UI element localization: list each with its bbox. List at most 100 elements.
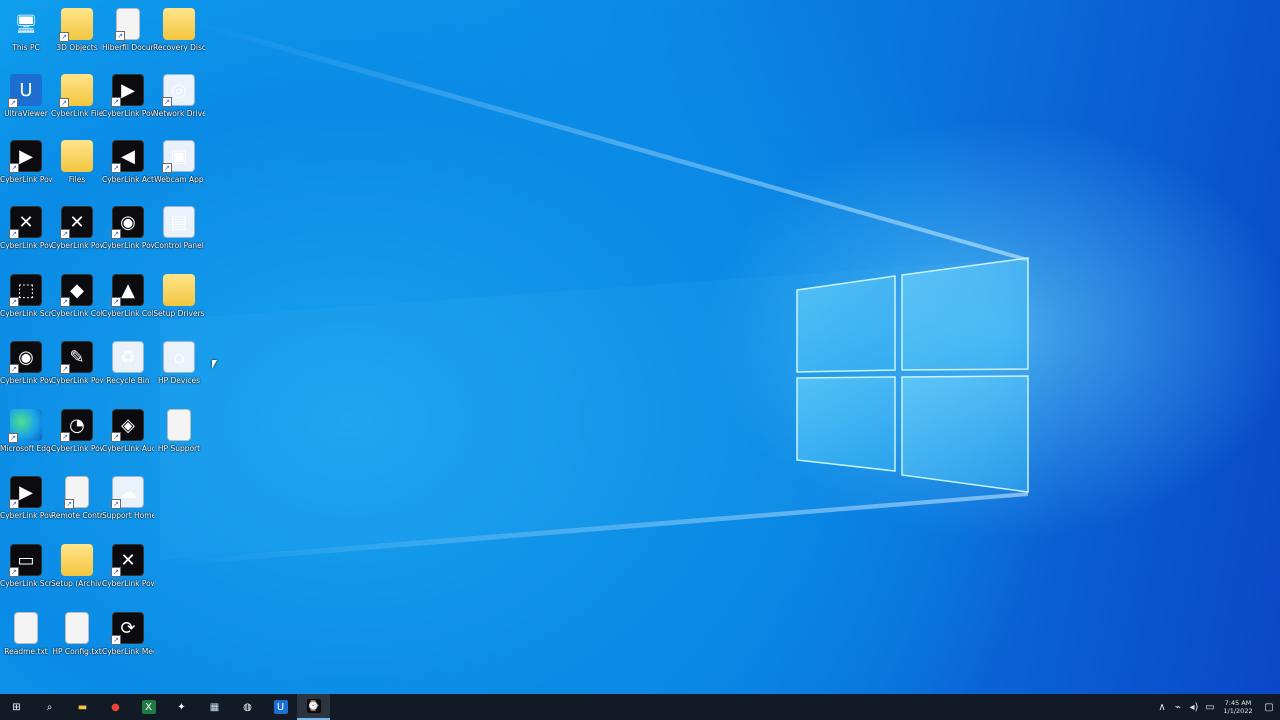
desktop-icon-label: CyberLink MediaEspresso	[102, 647, 154, 656]
desktop-icon[interactable]: U ↗ UltraViewer	[0, 70, 52, 134]
desktop-icon[interactable]: ▶↗ CyberLink PowerDVD 20	[0, 472, 52, 536]
desktop-icon[interactable]: ⟳↗ CyberLink MediaEspresso	[102, 608, 154, 672]
desktop-icon[interactable]: ✕↗ CyberLink PowerDirector	[102, 540, 154, 604]
desktop-icon[interactable]: ↗ Microsoft Edge	[0, 405, 52, 469]
app-icon: ▭ ↗	[9, 544, 42, 577]
desktop-icon-label: Files	[68, 175, 86, 184]
desktop-icon[interactable]: ✕↗ CyberLink PowerDirector	[51, 202, 103, 266]
ultraviewer-taskbar-button[interactable]: U	[264, 694, 297, 720]
search-button[interactable]: ⌕	[33, 694, 66, 720]
desktop-icon-label: UltraViewer	[4, 109, 48, 118]
notification-center-icon[interactable]: ▢	[1258, 694, 1280, 720]
shortcut-arrow-icon: ↗	[60, 297, 70, 307]
desktop-icon-label: Support Home	[102, 511, 154, 520]
desktop-icon-label: CyberLink PowerDirector	[51, 241, 103, 250]
desktop-icon[interactable]: ◉↗ CyberLink PowerDVD Remote	[102, 202, 154, 266]
app-icon: ▲ ↗	[111, 274, 144, 307]
desktop-icon[interactable]: ◎↗ Network Drivers	[153, 70, 205, 134]
desktop-icon[interactable]: ◉↗ CyberLink PowerDVD Remote	[0, 337, 52, 401]
desktop-icon-label: CyberLink Files	[51, 109, 103, 118]
desktop-icon-label: Hiberfil Document	[102, 43, 154, 52]
system-tray: ∧ ⌁ ◂) ▭ 7:45 AM 1/1/2022 ▢	[1154, 694, 1280, 720]
network-icon[interactable]: ▭	[1202, 694, 1218, 720]
desktop-icon[interactable]: ✕↗ CyberLink PowerDirector	[0, 202, 52, 266]
desktop-icon[interactable]: ♻ Recycle Bin	[102, 337, 154, 401]
desktop-icon[interactable]: ☁ ↗ Support Home	[102, 472, 154, 536]
desktop-icon-label: Control Panel	[154, 241, 204, 250]
desktop-icon[interactable]: ↗ Hiberfil Document	[102, 4, 154, 68]
desktop-icon[interactable]: ▲↗ CyberLink ColorDirector	[102, 270, 154, 334]
desktop-icon-label: CyberLink PowerDirector	[51, 376, 103, 385]
start-button[interactable]: ⊞	[0, 694, 33, 720]
desktop-icon[interactable]: HP Config.txt	[51, 608, 103, 672]
shortcut-arrow-icon: ↗	[111, 432, 121, 442]
active-app-button[interactable]: ⌚	[297, 694, 330, 720]
excel-button[interactable]: X	[132, 694, 165, 720]
desktop-icon[interactable]: HP Support	[153, 405, 205, 469]
desktop-icon[interactable]: ⬚↗ CyberLink Screen Recorder	[0, 270, 52, 334]
desktop-icon[interactable]: Readme.txt	[0, 608, 52, 672]
shortcut-arrow-icon: ↗	[9, 163, 19, 173]
desktop-icon[interactable]: Files	[51, 136, 103, 200]
usb-icon[interactable]: ⌁	[1170, 694, 1186, 720]
store-icon: ▦	[209, 701, 220, 713]
app-icon: ♻	[112, 341, 144, 373]
desktop-icon[interactable]: ▶↗ CyberLink PowerDVD 20	[0, 136, 52, 200]
document-icon: ↗	[64, 476, 89, 509]
desktop-icon[interactable]: Recovery Discs	[153, 4, 205, 68]
desktop-icon[interactable]: Setup Drivers	[153, 270, 205, 334]
shortcut-arrow-icon: ↗	[111, 635, 121, 645]
volume-icon[interactable]: ◂)	[1186, 694, 1202, 720]
app-icon: ✎ ↗	[60, 341, 93, 374]
app-icon: ◔ ↗	[60, 409, 93, 442]
desktop-icon-label: 3D Objects	[56, 43, 98, 52]
chevron-up-icon[interactable]: ∧	[1154, 694, 1170, 720]
desktop-icon[interactable]: ↗ 3D Objects	[51, 4, 103, 68]
desktop-icon[interactable]: ▤ Control Panel	[153, 202, 205, 266]
desktop-icon-label: CyberLink PowerDirector	[0, 241, 52, 250]
settings-button[interactable]: ✦	[165, 694, 198, 720]
excel-icon: X	[141, 700, 156, 714]
app-icon: ◉ ↗	[111, 206, 144, 239]
desktop-icon-label: Recovery Discs	[153, 43, 205, 52]
desktop-icon[interactable]: ◆↗ CyberLink ColorDirector	[51, 270, 103, 334]
desktop-icon[interactable]: ▭↗ CyberLink Screen Recorder	[0, 540, 52, 604]
file-explorer-button[interactable]: ▬	[66, 694, 99, 720]
desktop-icon[interactable]: ✎↗ CyberLink PowerDirector	[51, 337, 103, 401]
desktop-icon-label: Webcam App	[154, 175, 204, 184]
store-button[interactable]: ▦	[198, 694, 231, 720]
shortcut-arrow-icon: ↗	[64, 499, 74, 509]
media-player-button[interactable]: ◍	[231, 694, 264, 720]
clock[interactable]: 7:45 AM 1/1/2022	[1218, 699, 1258, 715]
edge-icon: ↗	[8, 409, 42, 443]
app-icon: ◎ ↗	[162, 74, 195, 107]
shortcut-arrow-icon: ↗	[9, 567, 19, 577]
shortcut-arrow-icon: ↗	[60, 364, 70, 374]
desktop-icon-label: Remote Control	[51, 511, 103, 520]
desktop-icon-label: Network Drivers	[153, 109, 205, 118]
shortcut-arrow-icon: ↗	[162, 163, 172, 173]
app-icon: ⌂	[163, 341, 195, 373]
desktop-icon[interactable]: 🖥 This PC	[0, 4, 52, 68]
desktop-icon-label: CyberLink ColorDirector	[102, 309, 154, 318]
shortcut-arrow-icon: ↗	[59, 98, 69, 108]
desktop-icon[interactable]: ▣ ↗ Webcam App	[153, 136, 205, 200]
app-icon: ⟳ ↗	[111, 612, 144, 645]
desktop-icon[interactable]: ◔↗ CyberLink PowerDVD 20	[51, 405, 103, 469]
desktop-icon[interactable]: ◀↗ CyberLink ActionDirector	[102, 136, 154, 200]
desktop-icon[interactable]: ▶↗ CyberLink PowerDirector	[102, 70, 154, 134]
desktop-icon[interactable]: ⌂ HP Devices	[153, 337, 205, 401]
ultraviewer-taskbar-icon: U	[273, 700, 288, 714]
desktop-icon-label: CyberLink PowerDVD 20	[51, 444, 103, 453]
chrome-button[interactable]: ●	[99, 694, 132, 720]
desktop[interactable]: 🖥This PC↗3D Objects↗Hiberfil DocumentRec…	[0, 0, 1280, 694]
desktop-icon[interactable]: Setup (Archive)	[51, 540, 103, 604]
folder-icon: ↗	[59, 74, 93, 108]
desktop-icon[interactable]: ◈↗ CyberLink AudioDirector	[102, 405, 154, 469]
document-icon	[167, 409, 191, 441]
shortcut-arrow-icon: ↗	[60, 229, 70, 239]
desktop-icon[interactable]: ↗ Remote Control	[51, 472, 103, 536]
desktop-icon[interactable]: ↗ CyberLink Files	[51, 70, 103, 134]
desktop-icon-label: This PC	[12, 43, 40, 52]
folder-icon	[61, 140, 93, 172]
